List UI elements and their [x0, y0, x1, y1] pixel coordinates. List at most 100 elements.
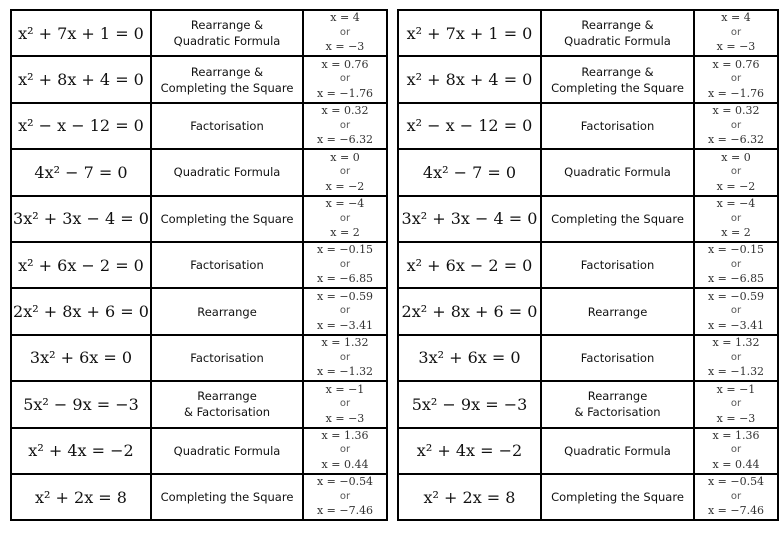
equation: 2x² + 8x + 6 = 0: [401, 302, 538, 322]
equation: x² + 4x = −2: [28, 441, 134, 461]
answer-cell: x = −1 or x = −3: [693, 380, 779, 429]
table-row: x² + 8x + 4 = 0 Rearrange & Completing the…: [397, 55, 779, 104]
equation-cell: 5x² − 9x = −3: [397, 380, 542, 429]
equation: x² − x − 12 = 0: [18, 116, 144, 136]
equation-cell: x² + 4x = −2: [10, 426, 152, 475]
method-label: Rearrange: [587, 304, 648, 319]
answer-value: x = −4: [325, 197, 365, 210]
answer-cell: x = −4 or x = 2: [302, 194, 388, 243]
or-label: or: [339, 351, 351, 363]
method-label: Quadratic Formula: [564, 443, 671, 458]
or-label: or: [339, 258, 351, 270]
answer-value: x = 0.76: [712, 57, 760, 71]
table-row: 4x² − 7 = 0 Quadratic Formula x = 0 or x = −…: [397, 148, 779, 197]
or-label: or: [730, 351, 742, 363]
or-label: or: [730, 398, 742, 410]
method-label: Rearrange &: [581, 64, 654, 79]
answer-value: x = −7.46: [707, 504, 765, 518]
method-cell: Rearrange & Factorisation: [540, 380, 695, 429]
or-label: or: [339, 26, 351, 38]
equation: x² + 6x − 2 = 0: [406, 255, 533, 275]
method-label: Factorisation: [190, 118, 264, 133]
method-label: Rearrange &: [190, 18, 264, 33]
method-cell: Factorisation: [540, 101, 695, 151]
or-label: or: [339, 490, 351, 502]
equation-cell: x² + 6x − 2 = 0: [397, 240, 542, 290]
method-cell: Rearrange & Factorisation: [150, 380, 304, 429]
answer-value: x = −7.46: [316, 504, 374, 518]
method-label: & Factorisation: [183, 405, 271, 420]
method-cell: Completing the Square: [540, 194, 695, 243]
method-label: Quadratic Formula: [564, 165, 671, 180]
method-label: Factorisation: [580, 118, 655, 133]
method-label: Quadratic Formula: [173, 34, 281, 49]
equation: 5x² − 9x = −3: [23, 394, 139, 414]
answer-cell: x = −0.54 or x = −7.46: [693, 472, 779, 522]
answer-value: x = −3: [716, 411, 756, 425]
equation-cell: x² + 6x − 2 = 0: [10, 240, 152, 290]
method-label: Rearrange: [197, 304, 257, 319]
equation-cell: 4x² − 7 = 0: [10, 148, 152, 197]
method-label: Quadratic Formula: [173, 443, 281, 458]
method-label: & Factorisation: [574, 405, 661, 420]
method-cell: Rearrange: [150, 287, 304, 336]
answer-value: x = 2: [330, 226, 360, 239]
answer-cell: x = −0.15 or x = −6.85: [693, 240, 779, 290]
table-row: x² + 6x − 2 = 0 Factorisation x = −0.15 or x…: [10, 240, 388, 290]
equation: x² + 4x = −2: [416, 441, 523, 461]
equation: 3x² + 6x = 0: [29, 348, 133, 368]
answer-value: x = −3: [325, 411, 365, 425]
method-label: Completing the Square: [551, 490, 684, 505]
answer-cell: x = −0.15 or x = −6.85: [302, 240, 388, 290]
method-cell: Rearrange & Completing the Square: [150, 55, 304, 104]
method-cell: Rearrange & Quadratic Formula: [150, 8, 304, 58]
answer-cell: x = 0.32 or x = −6.32: [693, 101, 779, 151]
answer-cell: x = 0 or x = −2: [693, 148, 779, 197]
answer-value: x = −0.15: [316, 243, 374, 257]
method-cell: Completing the Square: [150, 194, 304, 243]
method-cell: Quadratic Formula: [150, 148, 304, 197]
method-cell: Factorisation: [150, 101, 304, 151]
equation-cell: 2x² + 8x + 6 = 0: [10, 287, 152, 336]
equation-cell: x² + 8x + 4 = 0: [10, 55, 152, 104]
equation: x² − x − 12 = 0: [406, 116, 533, 136]
method-cell: Completing the Square: [150, 472, 304, 522]
table-row: 5x² − 9x = −3 Rearrange & Factorisation x =…: [397, 380, 779, 429]
table-row: 3x² + 3x − 4 = 0 Completing the Square x =…: [397, 194, 779, 243]
answer-value: x = −6.85: [707, 272, 765, 286]
or-label: or: [339, 398, 351, 410]
or-label: or: [730, 305, 742, 317]
or-label: or: [730, 258, 742, 270]
method-label: Factorisation: [190, 258, 264, 273]
or-label: or: [339, 212, 351, 224]
method-cell: Rearrange: [540, 287, 695, 336]
answer-value: x = −0.59: [316, 289, 374, 303]
answer-value: x = 1.36: [321, 428, 369, 442]
table-row: x² + 2x = 8 Completing the Square x = −0.5…: [397, 472, 779, 522]
equation-cell: x² + 7x + 1 = 0: [10, 8, 152, 58]
table-row: x² + 8x + 4 = 0 Rearrange & Completing the…: [10, 55, 388, 104]
answer-value: x = 4: [330, 11, 360, 25]
answer-cell: x = 1.32 or x = −1.32: [693, 333, 779, 383]
equation: 3x² + 3x − 4 = 0: [401, 209, 538, 229]
equation-cell: 2x² + 8x + 6 = 0: [397, 287, 542, 336]
method-label: Rearrange: [197, 389, 257, 404]
answer-value: x = −1.32: [707, 365, 765, 379]
answer-value: x = −1: [716, 382, 756, 396]
answer-value: x = 0.44: [321, 457, 369, 471]
answer-value: x = 0.32: [321, 104, 369, 118]
equation: x² + 8x + 4 = 0: [406, 70, 533, 90]
method-cell: Factorisation: [540, 240, 695, 290]
answer-value: x = −3.41: [316, 318, 374, 332]
equation-cell: x² + 2x = 8: [10, 472, 152, 522]
method-cell: Quadratic Formula: [540, 426, 695, 475]
method-cell: Quadratic Formula: [150, 426, 304, 475]
table-row: x² + 2x = 8 Completing the Square x = −0.5…: [10, 472, 388, 522]
table-row: 2x² + 8x + 6 = 0 Rearrange x = −0.59 or x = …: [397, 287, 779, 336]
answer-value: x = −2: [325, 179, 365, 193]
answer-cell: x = −0.54 or x = −7.46: [302, 472, 388, 522]
answer-value: x = 0.76: [321, 57, 369, 71]
answer-cell: x = 4 or x = −3: [693, 8, 779, 58]
or-label: or: [730, 26, 742, 38]
equation: 5x² − 9x = −3: [411, 394, 528, 414]
